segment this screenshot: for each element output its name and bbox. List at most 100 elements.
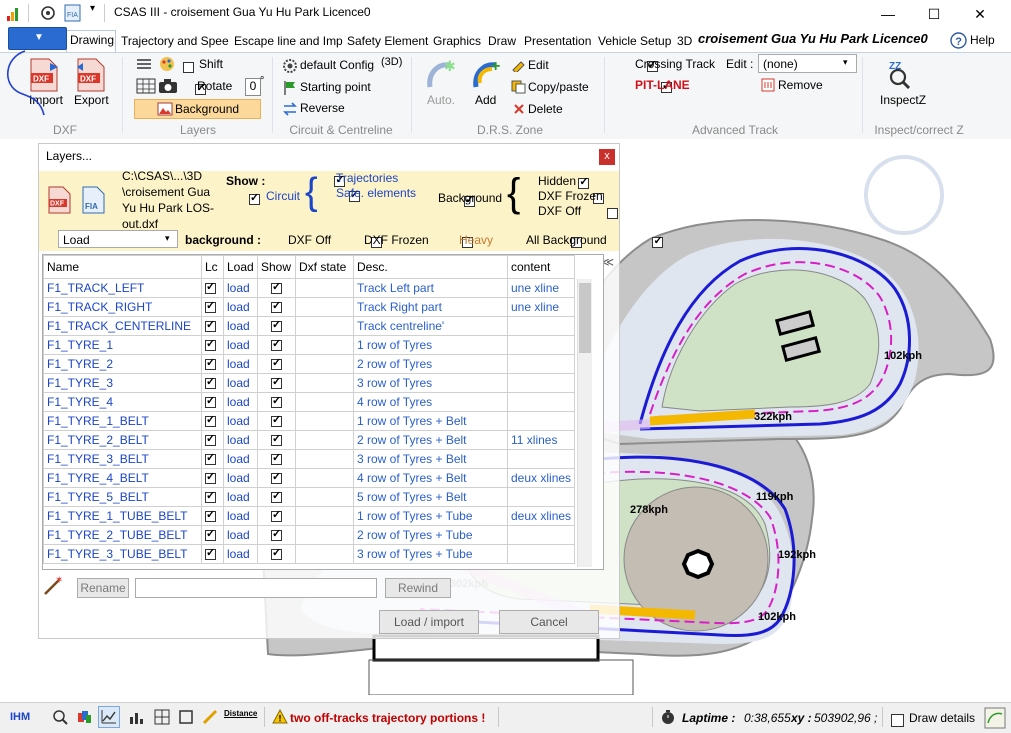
load-link-cell[interactable]: load xyxy=(223,506,258,526)
dxf-file-icon[interactable]: DXF xyxy=(47,185,73,215)
load-link-cell[interactable]: load xyxy=(223,468,258,488)
table-row[interactable]: F1_TYRE_3 load 3 row of Tyres xyxy=(43,373,576,393)
column-header-name[interactable]: Name xyxy=(43,255,202,279)
show-checkbox[interactable] xyxy=(271,337,282,352)
gear-icon[interactable] xyxy=(282,58,298,74)
description-cell[interactable]: 2 row of Tyres + Belt xyxy=(353,430,508,450)
hidden-checkbox[interactable] xyxy=(578,175,590,190)
show-cell[interactable] xyxy=(257,316,296,336)
dxf-off-checkbox[interactable] xyxy=(607,208,619,220)
drs-auto-icon[interactable]: ✱ xyxy=(424,57,458,91)
lc-checkbox[interactable] xyxy=(205,280,216,295)
edit-icon[interactable] xyxy=(511,58,527,72)
drs-copy-paste-button[interactable]: Copy/paste xyxy=(528,80,589,94)
layer-name-cell[interactable]: F1_TYRE_1_BELT xyxy=(43,411,202,431)
all-background-checkbox[interactable] xyxy=(652,234,664,249)
lc-checkbox[interactable] xyxy=(205,527,216,542)
start-flag-icon[interactable] xyxy=(282,80,298,96)
delete-icon[interactable] xyxy=(511,101,527,115)
table-row[interactable]: F1_TRACK_RIGHT load Track Right partune xl… xyxy=(43,297,576,317)
layer-name-cell[interactable]: F1_TYRE_2_BELT xyxy=(43,430,202,450)
tab-draw[interactable]: Draw xyxy=(485,32,521,51)
layer-name-cell[interactable]: F1_TYRE_4 xyxy=(43,392,202,412)
advanced-edit-select[interactable]: (none) ▾ xyxy=(758,54,857,73)
show-checkbox[interactable] xyxy=(271,489,282,504)
show-cell[interactable] xyxy=(257,297,296,317)
distance-tool-button[interactable]: Distance xyxy=(224,709,257,718)
description-cell[interactable]: 2 row of Tyres xyxy=(353,354,508,374)
table-row[interactable]: F1_TYRE_4_BELT load 4 row of Tyres + Beltd… xyxy=(43,468,576,488)
reverse-button[interactable]: Reverse xyxy=(300,101,345,115)
column-header-load[interactable]: Load xyxy=(223,255,258,279)
dxf-state-cell[interactable] xyxy=(295,354,354,374)
description-cell[interactable]: 5 row of Tyres + Belt xyxy=(353,487,508,507)
zoom-icon[interactable] xyxy=(52,709,68,725)
table-row[interactable]: F1_TYRE_3_TUBE_BELT load 3 row of Tyres + … xyxy=(43,544,576,564)
layer-name-cell[interactable]: F1_TYRE_4_BELT xyxy=(43,468,202,488)
rotate-angle-input[interactable]: 0 xyxy=(245,78,261,96)
table-row[interactable]: F1_TYRE_3_BELT load 3 row of Tyres + Belt xyxy=(43,449,576,469)
lc-cell[interactable] xyxy=(201,316,224,336)
show-checkbox[interactable] xyxy=(271,394,282,409)
layers-icon[interactable] xyxy=(136,56,154,72)
inspectz-icon[interactable]: ZZ xyxy=(885,57,919,91)
lc-cell[interactable] xyxy=(201,468,224,488)
table-row[interactable]: F1_TRACK_LEFT load Track Left partune xlin… xyxy=(43,278,576,298)
scrollbar-thumb[interactable] xyxy=(579,283,591,353)
layer-name-cell[interactable]: F1_TYRE_3_TUBE_BELT xyxy=(43,544,202,564)
tab-drawing[interactable]: Drawing xyxy=(66,30,116,52)
lc-cell[interactable] xyxy=(201,392,224,412)
lc-checkbox[interactable] xyxy=(205,299,216,314)
dxf-state-cell[interactable] xyxy=(295,411,354,431)
table-row[interactable]: F1_TYRE_1_BELT load 1 row of Tyres + Belt xyxy=(43,411,576,431)
dxf-state-cell[interactable] xyxy=(295,392,354,412)
layer-name-cell[interactable]: F1_TRACK_RIGHT xyxy=(43,297,202,317)
lc-checkbox[interactable] xyxy=(205,508,216,523)
show-cell[interactable] xyxy=(257,335,296,355)
dxf-state-cell[interactable] xyxy=(295,487,354,507)
lc-checkbox[interactable] xyxy=(205,451,216,466)
dxf-state-cell[interactable] xyxy=(295,335,354,355)
grid-layout-icon[interactable] xyxy=(154,709,170,725)
lc-checkbox[interactable] xyxy=(205,394,216,409)
show-checkbox[interactable] xyxy=(271,451,282,466)
load-link-cell[interactable]: load xyxy=(223,297,258,317)
table-row[interactable]: F1_TRACK_CENTERLINE load Track centreline' xyxy=(43,316,576,336)
help-icon[interactable]: ? xyxy=(950,32,967,49)
show-checkbox[interactable] xyxy=(271,432,282,447)
table-row[interactable]: F1_TYRE_4 load 4 row of Tyres xyxy=(43,392,576,412)
show-checkbox[interactable] xyxy=(271,375,282,390)
description-cell[interactable]: 3 row of Tyres xyxy=(353,373,508,393)
table-row[interactable]: F1_TYRE_1_TUBE_BELT load 1 row of Tyres + … xyxy=(43,506,576,526)
ruler-icon[interactable] xyxy=(202,709,218,725)
reverse-icon[interactable] xyxy=(282,101,298,117)
load-link-cell[interactable]: load xyxy=(223,392,258,412)
vertical-scrollbar[interactable] xyxy=(577,279,592,567)
show-checkbox[interactable] xyxy=(271,546,282,561)
description-cell[interactable]: 1 row of Tyres + Belt xyxy=(353,411,508,431)
show-cell[interactable] xyxy=(257,449,296,469)
grid-icon[interactable] xyxy=(136,78,156,94)
show-cell[interactable] xyxy=(257,354,296,374)
quick-access-dropdown-icon[interactable]: ▾ xyxy=(90,3,95,14)
layer-name-cell[interactable]: F1_TYRE_5_BELT xyxy=(43,487,202,507)
tab-presentation[interactable]: Presentation xyxy=(521,32,595,51)
show-cell[interactable] xyxy=(257,506,296,526)
dxf-state-cell[interactable] xyxy=(295,544,354,564)
rename-button[interactable]: Rename xyxy=(77,578,129,598)
lc-checkbox[interactable] xyxy=(205,432,216,447)
inspectz-button[interactable]: InspectZ xyxy=(880,93,926,107)
starting-point-button[interactable]: Starting point xyxy=(300,80,371,94)
description-cell[interactable]: Track Left part xyxy=(353,278,508,298)
lc-cell[interactable] xyxy=(201,544,224,564)
lc-checkbox[interactable] xyxy=(205,470,216,485)
export-button[interactable]: Export xyxy=(74,93,109,107)
drs-delete-button[interactable]: Delete xyxy=(528,102,563,116)
ihm-label[interactable]: IHM xyxy=(10,711,30,723)
layer-name-cell[interactable]: F1_TYRE_2 xyxy=(43,354,202,374)
lc-cell[interactable] xyxy=(201,430,224,450)
description-cell[interactable]: Track Right part xyxy=(353,297,508,317)
description-cell[interactable]: 2 row of Tyres + Tube xyxy=(353,525,508,545)
fia-file-icon[interactable]: FIA xyxy=(81,185,107,215)
lc-cell[interactable] xyxy=(201,278,224,298)
